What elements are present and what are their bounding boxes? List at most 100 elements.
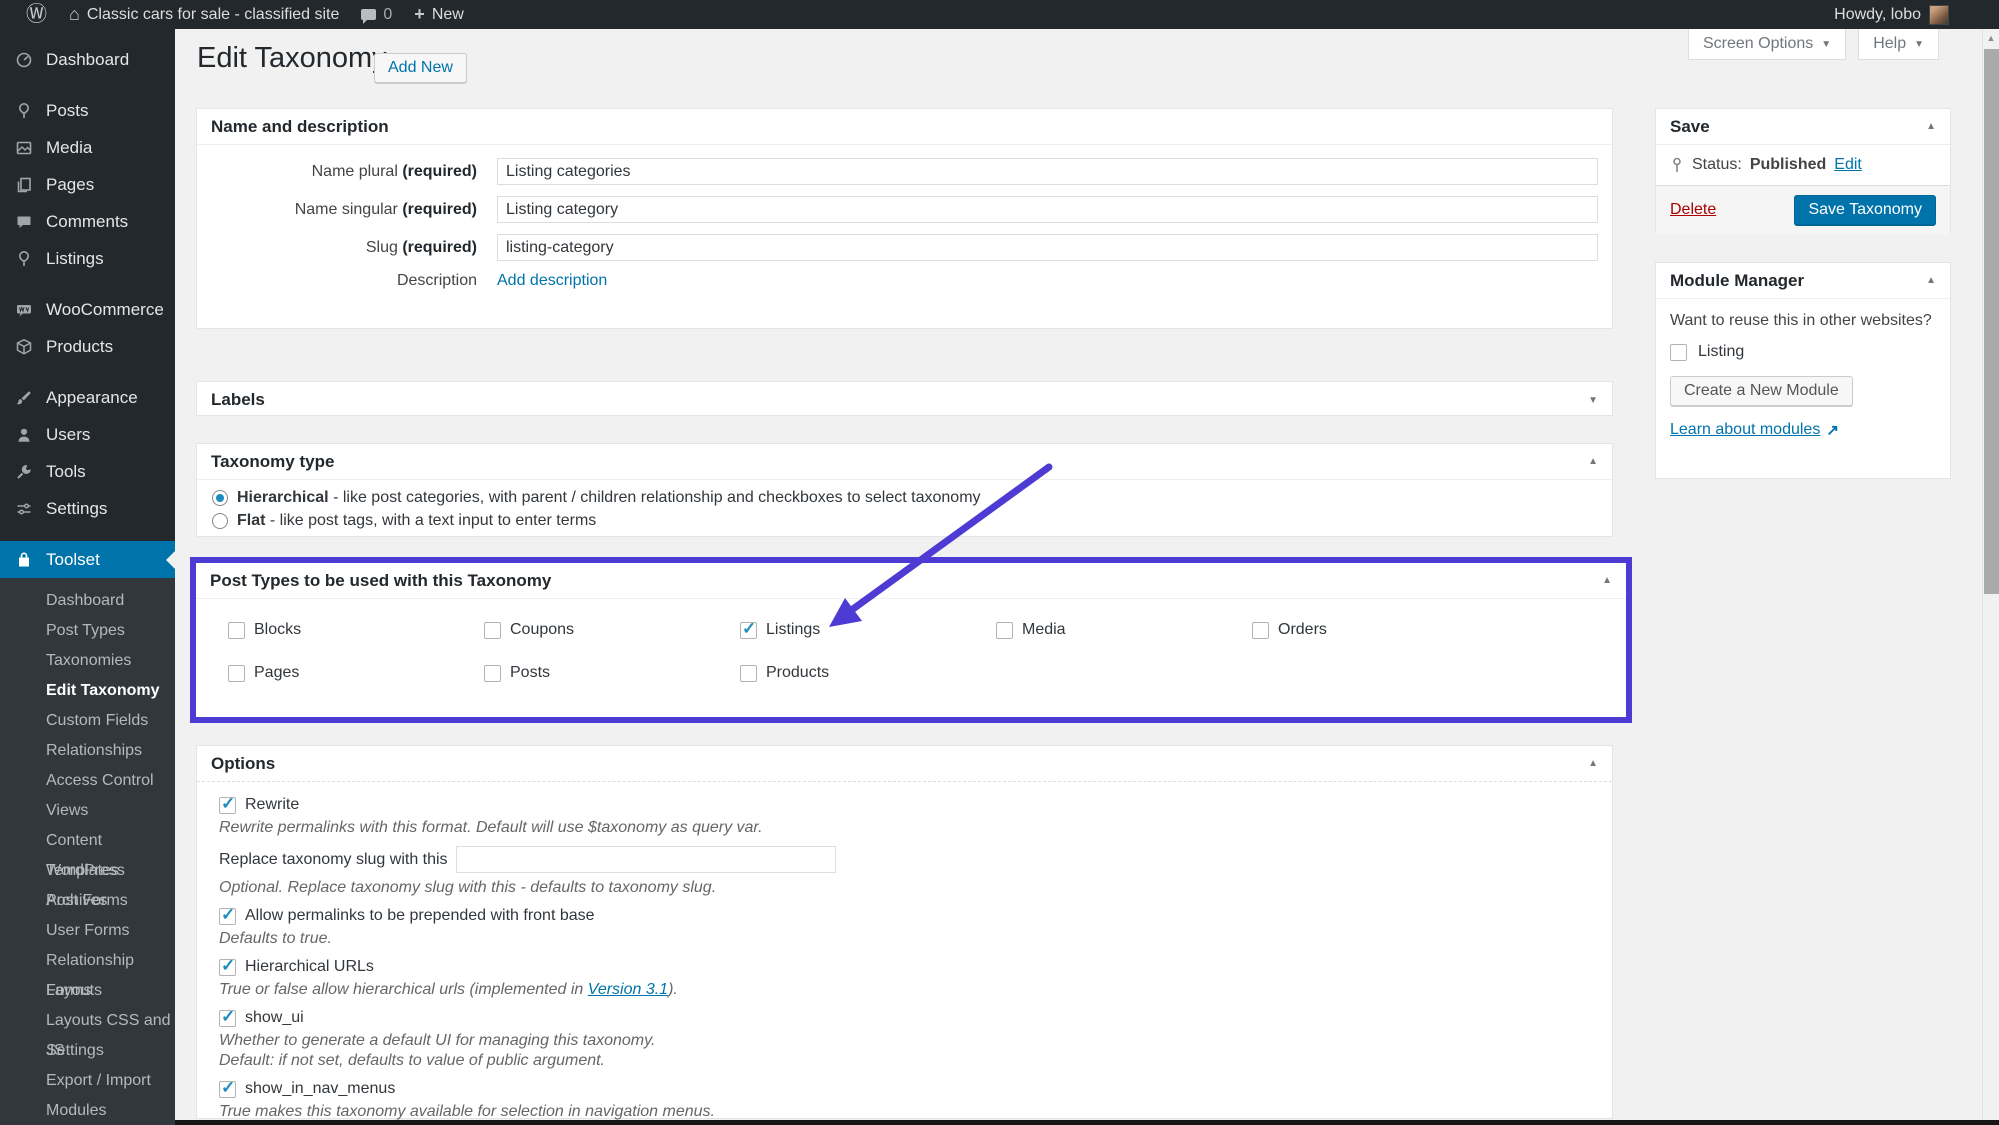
- checkbox-module-listing[interactable]: [1670, 343, 1687, 361]
- checkbox-pages[interactable]: [228, 664, 245, 682]
- create-new-module-button[interactable]: Create a New Module: [1670, 376, 1853, 406]
- sidebar-item-media[interactable]: Media: [0, 129, 175, 166]
- sidebar-sub-post-forms[interactable]: Post Forms: [0, 886, 175, 916]
- replace-slug-input[interactable]: [455, 846, 836, 873]
- external-link-icon: ↗: [1826, 422, 1839, 439]
- post-type-posts-row: Posts: [484, 664, 740, 682]
- chevron-up-icon[interactable]: ▲: [1926, 121, 1936, 132]
- sidebar-item-comments[interactable]: Comments: [0, 203, 175, 240]
- toolset-submenu: Dashboard Post Types Taxonomies Edit Tax…: [0, 578, 175, 1125]
- chevron-up-icon[interactable]: ▲: [1602, 575, 1612, 586]
- labels-header[interactable]: Labels ▼: [197, 382, 1612, 418]
- sidebar-item-settings[interactable]: Settings: [0, 490, 175, 527]
- sidebar-sub-relationship-forms[interactable]: Relationship Forms: [0, 946, 175, 999]
- checkbox-posts[interactable]: [484, 664, 501, 682]
- front-base-description: Defaults to true.: [219, 930, 332, 947]
- edit-status-link[interactable]: Edit: [1834, 156, 1862, 174]
- add-new-button[interactable]: Add New: [374, 53, 467, 83]
- name-singular-input[interactable]: [497, 196, 1598, 223]
- howdy-account-link[interactable]: Howdy, lobo: [1834, 6, 1921, 24]
- checkbox-media[interactable]: [996, 621, 1013, 639]
- version-link[interactable]: Version 3.1: [588, 981, 668, 998]
- checkbox-coupons[interactable]: [484, 621, 501, 639]
- chevron-up-icon[interactable]: ▲: [1588, 456, 1598, 467]
- rewrite-row: Rewrite: [219, 794, 1612, 814]
- sidebar-item-appearance[interactable]: Appearance: [0, 379, 175, 416]
- taxonomy-type-header[interactable]: Taxonomy type ▲: [197, 444, 1612, 480]
- scrollbar-thumb[interactable]: [1984, 49, 1999, 594]
- checkbox-blocks[interactable]: [228, 621, 245, 639]
- learn-about-modules-link[interactable]: Learn about modules: [1670, 421, 1820, 439]
- sidebar-sub-custom-fields[interactable]: Custom Fields: [0, 706, 175, 736]
- help-tab[interactable]: Help ▼: [1858, 29, 1939, 60]
- chevron-up-icon[interactable]: ▲: [1588, 758, 1598, 769]
- sidebar-sub-access-control[interactable]: Access Control: [0, 766, 175, 796]
- slug-input[interactable]: [497, 234, 1598, 261]
- sidebar-item-tools[interactable]: Tools: [0, 453, 175, 490]
- sidebar-item-users[interactable]: Users: [0, 416, 175, 453]
- options-header[interactable]: Options ▲: [197, 746, 1612, 782]
- site-name-link[interactable]: ⌂ Classic cars for sale - classified sit…: [69, 4, 339, 25]
- comments-count: 0: [383, 5, 393, 23]
- sidebar-item-toolset[interactable]: Toolset: [0, 541, 175, 578]
- scrollbar-up-arrow[interactable]: ▲: [1983, 29, 1999, 47]
- description-row: Description Add description: [396, 272, 608, 290]
- module-listing-row: Listing: [1670, 343, 1936, 361]
- new-content-link[interactable]: + New: [414, 4, 464, 25]
- checkbox-front-base[interactable]: [219, 905, 236, 925]
- sidebar-sub-edit-taxonomy[interactable]: Edit Taxonomy: [0, 676, 175, 706]
- user-avatar[interactable]: [1929, 4, 1949, 25]
- sidebar-item-posts[interactable]: Posts: [0, 92, 175, 129]
- post-type-blocks-row: Blocks: [228, 621, 484, 639]
- checkbox-hierarchical-urls[interactable]: [219, 956, 236, 976]
- wrench-icon: [14, 462, 34, 482]
- admin-bar: Ⓦ ⌂ Classic cars for sale - classified s…: [0, 0, 1999, 29]
- sidebar-sub-settings[interactable]: Settings: [0, 1036, 175, 1066]
- post-types-header[interactable]: Post Types to be used with this Taxonomy…: [196, 563, 1626, 599]
- wordpress-logo-icon[interactable]: Ⓦ: [26, 4, 47, 25]
- sidebar-sub-layouts[interactable]: Layouts: [0, 976, 175, 1006]
- delete-link[interactable]: Delete: [1670, 201, 1716, 219]
- sidebar-sub-taxonomies[interactable]: Taxonomies: [0, 646, 175, 676]
- checkbox-products[interactable]: [740, 664, 757, 682]
- module-manager-header[interactable]: Module Manager ▲: [1656, 263, 1950, 299]
- page-scrollbar[interactable]: ▲: [1982, 29, 1999, 1125]
- sidebar-item-products[interactable]: Products: [0, 328, 175, 365]
- sidebar-sub-export-import[interactable]: Export / Import: [0, 1066, 175, 1096]
- add-description-link[interactable]: Add description: [497, 272, 607, 290]
- sidebar-item-woocommerce[interactable]: WooCommerce: [0, 291, 175, 328]
- checkbox-show-ui[interactable]: [219, 1007, 236, 1027]
- sidebar-sub-modules[interactable]: Modules: [0, 1096, 175, 1125]
- comments-admin-bar-link[interactable]: 0: [361, 6, 392, 24]
- module-question: Want to reuse this in other websites?: [1670, 312, 1932, 329]
- sidebar-item-dashboard[interactable]: Dashboard: [0, 41, 175, 78]
- sidebar-item-pages[interactable]: Pages: [0, 166, 175, 203]
- hierarchical-radio-row: Hierarchical - like post categories, wit…: [212, 489, 1612, 507]
- sidebar-sub-relationships[interactable]: Relationships: [0, 736, 175, 766]
- name-plural-input[interactable]: [497, 158, 1598, 185]
- sidebar-sub-views[interactable]: Views: [0, 796, 175, 826]
- sidebar-sub-user-forms[interactable]: User Forms: [0, 916, 175, 946]
- pin-icon: [14, 101, 34, 121]
- sidebar-sub-content-templates[interactable]: Content Templates: [0, 826, 175, 879]
- hierarchical-radio[interactable]: [212, 490, 228, 506]
- sidebar-sub-layouts-css-js[interactable]: Layouts CSS and JS: [0, 1006, 175, 1059]
- checkbox-listings[interactable]: [740, 619, 757, 639]
- sidebar-item-listings[interactable]: Listings: [0, 240, 175, 277]
- sidebar-sub-dashboard[interactable]: Dashboard: [0, 586, 175, 616]
- name-description-header[interactable]: Name and description: [197, 109, 1612, 145]
- checkbox-orders[interactable]: [1252, 621, 1269, 639]
- screen-options-tab[interactable]: Screen Options ▼: [1688, 29, 1847, 60]
- checkbox-rewrite[interactable]: [219, 794, 236, 814]
- flat-radio[interactable]: [212, 513, 228, 529]
- save-taxonomy-button[interactable]: Save Taxonomy: [1794, 195, 1936, 225]
- annotation-highlight-box: Post Types to be used with this Taxonomy…: [190, 557, 1632, 723]
- sidebar-sub-wordpress-archives[interactable]: WordPress Archives: [0, 856, 175, 909]
- chevron-down-icon[interactable]: ▼: [1588, 395, 1598, 406]
- checkbox-show-in-nav-menus[interactable]: [219, 1078, 236, 1098]
- save-header[interactable]: Save ▲: [1656, 109, 1950, 145]
- pages-icon: [14, 175, 34, 195]
- save-box: Save ▲ Status: Published Edit Delete Sav…: [1655, 108, 1951, 234]
- chevron-up-icon[interactable]: ▲: [1926, 275, 1936, 286]
- sidebar-sub-post-types[interactable]: Post Types: [0, 616, 175, 646]
